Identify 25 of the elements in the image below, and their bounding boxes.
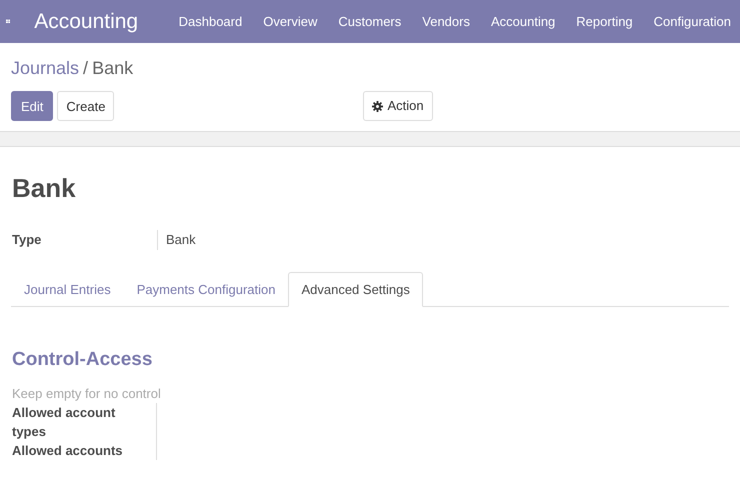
- menu-link[interactable]: Reporting: [566, 12, 644, 32]
- menu-link[interactable]: Vendors: [412, 12, 480, 32]
- field-value: Bank: [157, 230, 196, 250]
- action-button[interactable]: Action: [363, 91, 433, 121]
- gear-icon: [372, 100, 384, 112]
- tab[interactable]: Journal Entries: [11, 272, 124, 308]
- breadcrumb-separator: /: [83, 57, 88, 80]
- tab[interactable]: Advanced Settings: [288, 272, 423, 308]
- breadcrumb-link[interactable]: Journals: [11, 55, 80, 82]
- app-title: Accounting: [34, 8, 138, 35]
- field-label: Type: [12, 231, 42, 250]
- tab[interactable]: Payments Configuration: [124, 272, 288, 308]
- menu-link[interactable]: Configuration: [643, 12, 740, 32]
- field-label: Allowed account types: [12, 404, 116, 442]
- breadcrumb-current: Bank: [92, 57, 134, 80]
- create-button[interactable]: Create: [57, 91, 114, 121]
- field-label: Allowed accounts: [12, 442, 124, 460]
- field-hint: Keep empty for no control: [11, 384, 162, 403]
- section-title: Control-Access: [11, 348, 154, 372]
- menu-link[interactable]: Overview: [252, 12, 328, 32]
- record-title: Bank: [11, 172, 77, 204]
- edit-button[interactable]: Edit: [11, 91, 54, 121]
- menu-link[interactable]: Accounting: [480, 12, 566, 32]
- menu-link[interactable]: Customers: [328, 12, 412, 32]
- menu-link[interactable]: Dashboard: [168, 12, 253, 32]
